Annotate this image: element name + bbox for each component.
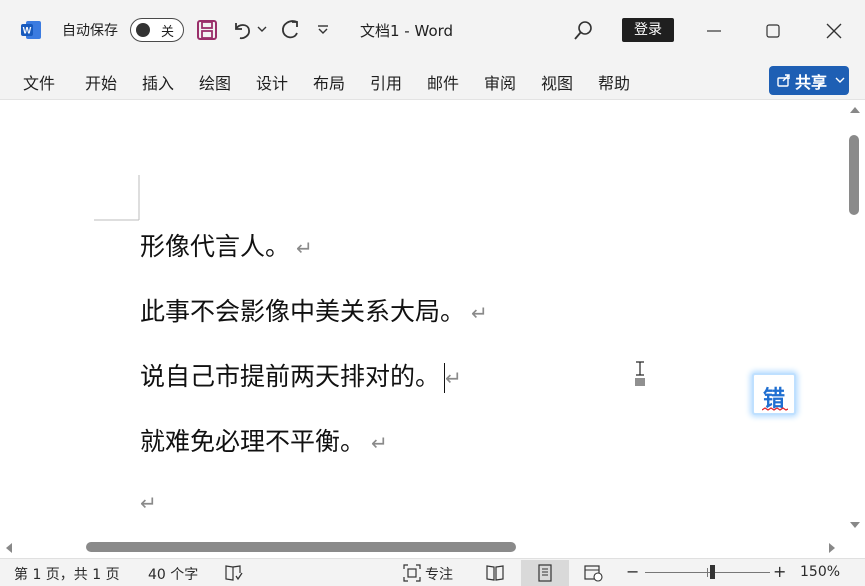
undo-dropdown-chevron-icon[interactable] <box>257 25 267 33</box>
tab-help[interactable]: 帮助 <box>598 70 630 94</box>
scroll-down-icon[interactable] <box>849 520 861 530</box>
tab-mailings[interactable]: 邮件 <box>427 70 459 94</box>
search-icon[interactable] <box>572 20 594 42</box>
document-paragraph-empty[interactable]: ↵ <box>140 487 157 516</box>
vertical-scrollbar[interactable] <box>845 101 865 538</box>
tab-insert[interactable]: 插入 <box>142 70 174 94</box>
paragraph-mark-icon: ↵ <box>140 491 157 515</box>
redo-icon[interactable] <box>278 18 302 42</box>
paragraph-text: 说自己市提前两天排对的。 <box>140 362 441 391</box>
tab-layout[interactable]: 布局 <box>313 70 345 94</box>
zoom-out-button[interactable]: − <box>626 562 639 581</box>
toggle-knob <box>136 23 150 37</box>
spell-check-badge[interactable]: 错 <box>752 373 796 415</box>
paragraph-mark-icon: ↵ <box>445 366 462 390</box>
document-canvas[interactable]: 形像代言人。 ↵ 此事不会影像中美关系大局。 ↵ 说自己市提前两天排对的。 ↵ 就难免… <box>0 101 845 538</box>
zoom-slider-thumb[interactable] <box>710 565 715 579</box>
page-info[interactable]: 第 1 页，共 1 页 <box>14 564 120 584</box>
zoom-in-button[interactable]: + <box>773 562 786 581</box>
share-label: 共享 <box>795 73 828 92</box>
document-paragraph[interactable]: 就难免必理不平衡。 ↵ <box>140 422 388 458</box>
paragraph-text: 此事不会影像中美关系大局。 <box>140 297 466 326</box>
autosave-label: 自动保存 <box>62 23 118 39</box>
word-logo-icon: W <box>21 21 41 39</box>
vertical-scroll-thumb[interactable] <box>849 135 859 215</box>
zoom-level[interactable]: 150% <box>800 564 840 580</box>
tab-view[interactable]: 视图 <box>541 70 573 94</box>
autosave-toggle[interactable]: 关 <box>130 18 184 42</box>
share-button[interactable]: 共享 <box>769 66 849 95</box>
zoom-slider-center-mark <box>707 568 708 577</box>
ibeam-mouse-cursor-icon <box>635 361 645 386</box>
print-layout-button[interactable] <box>521 560 569 586</box>
svg-text:W: W <box>23 26 32 36</box>
focus-icon[interactable] <box>403 564 421 582</box>
document-paragraph[interactable]: 此事不会影像中美关系大局。 ↵ <box>140 292 488 328</box>
focus-label[interactable]: 专注 <box>425 564 453 584</box>
spelling-error-wave-icon <box>762 407 788 411</box>
share-chevron-down-icon <box>835 77 845 83</box>
paragraph-mark-icon: ↵ <box>296 236 313 260</box>
close-icon[interactable] <box>826 23 842 39</box>
status-bar: 第 1 页，共 1 页 40 个字 专注 − + 150% <box>0 558 865 586</box>
tab-draw[interactable]: 绘图 <box>199 70 231 94</box>
paragraph-mark-icon: ↵ <box>371 431 388 455</box>
scroll-up-icon[interactable] <box>849 105 861 115</box>
proofing-book-icon[interactable] <box>224 564 244 582</box>
horizontal-scrollbar[interactable] <box>0 538 845 558</box>
customize-toolbar-icon[interactable] <box>317 25 329 35</box>
undo-icon[interactable] <box>230 18 254 42</box>
margin-corner-mark <box>94 175 140 221</box>
print-layout-icon <box>538 564 552 582</box>
read-mode-icon[interactable] <box>485 564 505 582</box>
ribbon-tabs: 文件 开始 插入 绘图 设计 布局 引用 邮件 审阅 视图 帮助 共享 <box>0 60 865 100</box>
title-bar: W 自动保存 关 文档1 - Word 登录 <box>0 0 865 60</box>
web-layout-icon[interactable] <box>584 564 604 582</box>
paragraph-mark-icon: ↵ <box>471 301 488 325</box>
minimize-icon[interactable] <box>706 29 722 33</box>
document-paragraph[interactable]: 形像代言人。 ↵ <box>140 227 313 263</box>
maximize-icon[interactable] <box>766 24 780 38</box>
paragraph-text: 就难免必理不平衡。 <box>140 427 366 456</box>
horizontal-scroll-thumb[interactable] <box>86 542 516 552</box>
tab-file[interactable]: 文件 <box>23 70 55 94</box>
word-count[interactable]: 40 个字 <box>148 564 198 584</box>
document-paragraph[interactable]: 说自己市提前两天排对的。 ↵ <box>140 357 462 393</box>
share-icon <box>777 74 790 87</box>
tab-home[interactable]: 开始 <box>85 70 117 94</box>
autosave-state: 关 <box>161 25 175 40</box>
scroll-right-icon[interactable] <box>827 542 837 554</box>
paragraph-text: 形像代言人。 <box>140 232 291 261</box>
save-icon[interactable] <box>196 19 218 41</box>
login-button[interactable]: 登录 <box>622 18 674 42</box>
tab-review[interactable]: 审阅 <box>484 70 516 94</box>
document-title: 文档1 - Word <box>360 22 454 40</box>
tab-design[interactable]: 设计 <box>256 70 288 94</box>
scroll-left-icon[interactable] <box>4 542 14 554</box>
tab-references[interactable]: 引用 <box>370 70 402 94</box>
